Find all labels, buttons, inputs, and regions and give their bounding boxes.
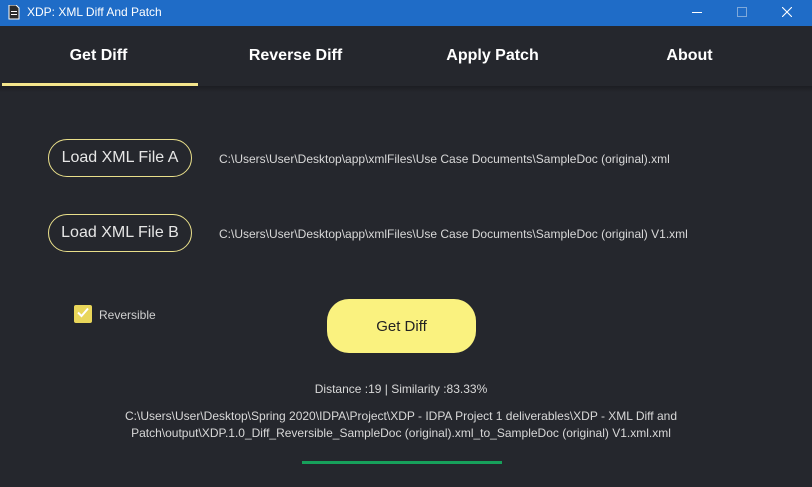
file-a-path: C:\Users\User\Desktop\app\xmlFiles\Use C… [219, 152, 670, 166]
tab-bar: Get Diff Reverse Diff Apply Patch About [0, 26, 812, 86]
progress-fill [302, 461, 502, 464]
close-icon [781, 4, 793, 22]
checkmark-icon [76, 305, 90, 324]
maximize-icon [737, 4, 747, 22]
title-bar: XDP: XML Diff And Patch [0, 0, 812, 26]
maximize-button[interactable] [719, 0, 765, 26]
tab-bar-shadow [0, 86, 812, 92]
file-b-path: C:\Users\User\Desktop\app\xmlFiles\Use C… [219, 227, 688, 241]
progress-bar [302, 461, 502, 464]
output-path: C:\Users\User\Desktop\Spring 2020\IDPA\P… [124, 409, 677, 440]
tab-about[interactable]: About [591, 26, 788, 86]
load-xml-file-b-button[interactable]: Load XML File B [48, 214, 192, 252]
get-diff-button[interactable]: Get Diff [327, 299, 476, 353]
minimize-button[interactable] [674, 0, 720, 26]
reversible-checkbox[interactable] [74, 305, 92, 323]
reversible-label: Reversible [99, 308, 156, 322]
window-title: XDP: XML Diff And Patch [27, 5, 162, 19]
tab-get-diff[interactable]: Get Diff [0, 26, 197, 86]
document-icon [8, 4, 20, 20]
tab-reverse-diff[interactable]: Reverse Diff [197, 26, 394, 86]
minimize-icon [692, 4, 702, 22]
load-xml-file-a-button[interactable]: Load XML File A [48, 139, 192, 177]
close-button[interactable] [764, 0, 810, 26]
tab-apply-patch[interactable]: Apply Patch [394, 26, 591, 86]
diff-stats: Distance :19 | Similarity :83.33% [314, 382, 488, 396]
